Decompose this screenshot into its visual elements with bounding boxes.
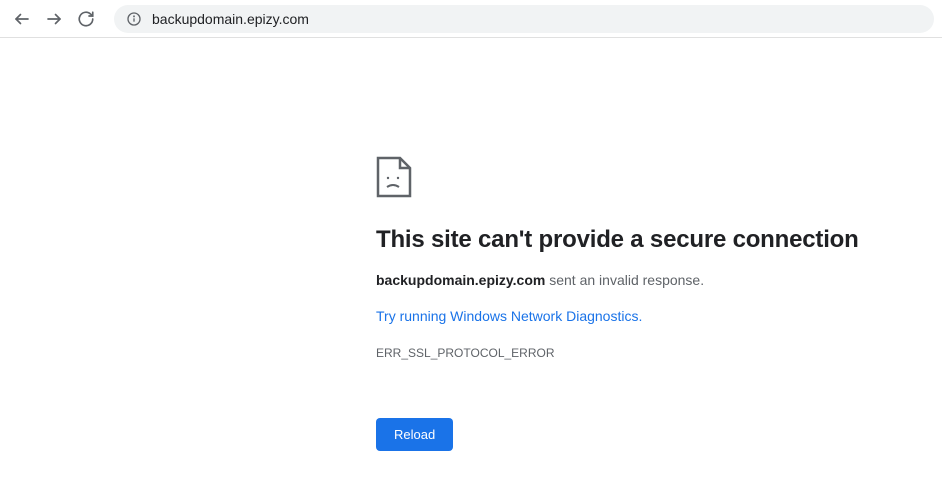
error-code: ERR_SSL_PROTOCOL_ERROR <box>376 346 942 360</box>
reload-button[interactable]: Reload <box>376 418 453 451</box>
diagnostics-link[interactable]: Try running Windows Network Diagnostics. <box>376 308 642 324</box>
error-message: backupdomain.epizy.com sent an invalid r… <box>376 272 942 288</box>
arrow-left-icon <box>13 10 31 28</box>
info-icon <box>126 11 142 27</box>
back-button[interactable] <box>8 5 36 33</box>
sad-page-icon <box>376 156 412 198</box>
error-title: This site can't provide a secure connect… <box>376 226 942 254</box>
error-page-content: This site can't provide a secure connect… <box>0 38 942 451</box>
address-bar[interactable]: backupdomain.epizy.com <box>114 5 934 33</box>
reload-icon <box>77 10 95 28</box>
reload-nav-button[interactable] <box>72 5 100 33</box>
arrow-right-icon <box>45 10 63 28</box>
forward-button[interactable] <box>40 5 68 33</box>
error-domain: backupdomain.epizy.com <box>376 272 545 288</box>
error-message-suffix: sent an invalid response. <box>545 272 704 288</box>
url-text: backupdomain.epizy.com <box>152 11 309 27</box>
browser-toolbar: backupdomain.epizy.com <box>0 0 942 38</box>
